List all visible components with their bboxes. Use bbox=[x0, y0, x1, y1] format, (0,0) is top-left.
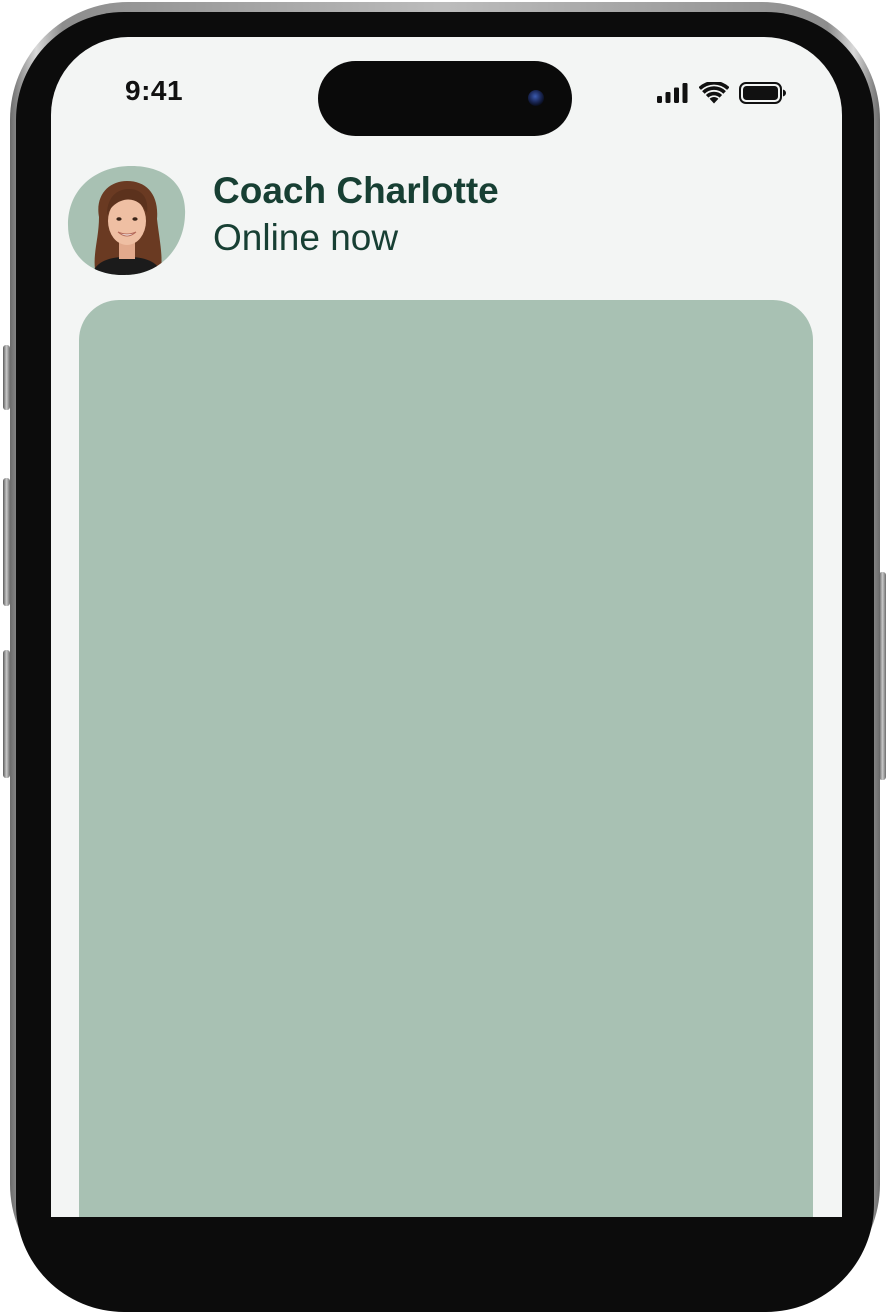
coach-avatar[interactable] bbox=[67, 165, 187, 277]
coach-name: Coach Charlotte bbox=[213, 170, 499, 211]
power-button bbox=[879, 572, 886, 780]
chat-content-card bbox=[79, 300, 813, 1217]
volume-down-button bbox=[3, 650, 10, 778]
online-status: Online now bbox=[213, 217, 399, 258]
battery-icon bbox=[739, 82, 787, 104]
status-icons bbox=[657, 81, 787, 105]
wifi-icon bbox=[699, 82, 729, 104]
volume-up-button bbox=[3, 478, 10, 606]
status-time: 9:41 bbox=[125, 75, 184, 106]
front-camera-icon bbox=[528, 90, 544, 106]
action-button bbox=[3, 345, 10, 410]
cellular-signal-icon bbox=[657, 83, 689, 103]
phone-screen: 9:41 Coach Charlotte Online now bbox=[51, 37, 842, 1217]
chat-header: Coach Charlotte Online now bbox=[67, 165, 767, 277]
dynamic-island bbox=[318, 61, 572, 136]
